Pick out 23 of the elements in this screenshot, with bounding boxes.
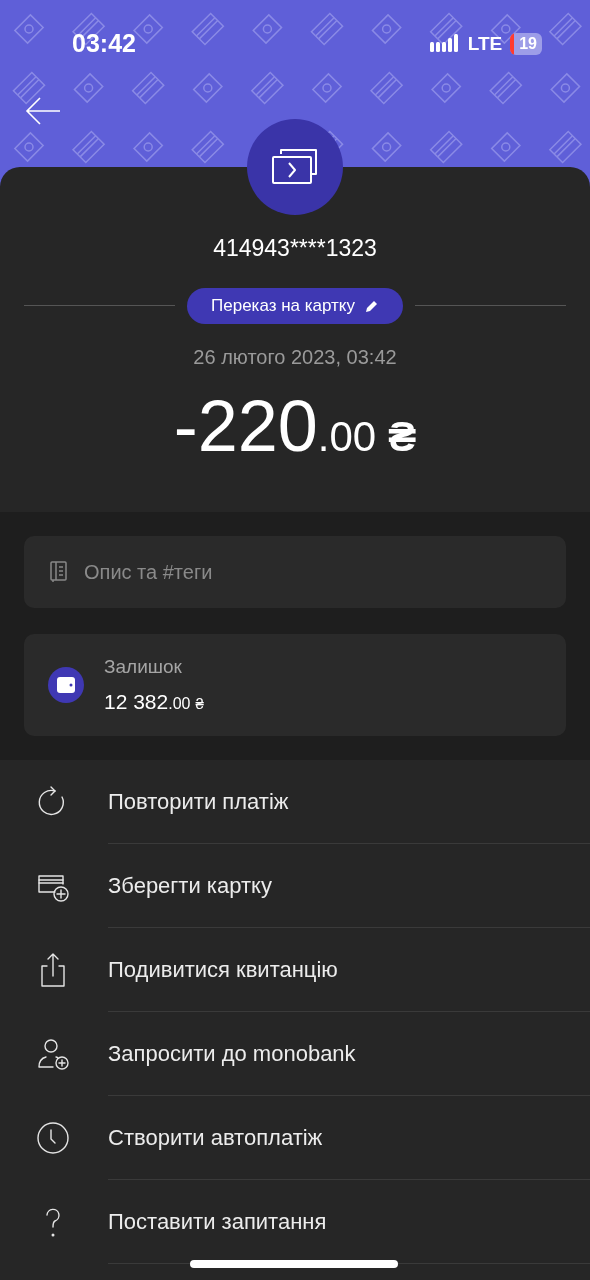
transfer-icon xyxy=(270,148,320,186)
person-add-icon xyxy=(35,1036,71,1072)
pencil-icon xyxy=(365,298,379,313)
signal-icon xyxy=(429,34,460,54)
balance-label: Залишок xyxy=(104,655,183,679)
action-item[interactable]: Повторити платіж xyxy=(0,760,590,844)
action-item[interactable]: Запросити до monobank xyxy=(0,1012,590,1096)
card-number: 414943****1323 xyxy=(213,234,377,263)
action-item[interactable]: Створити автоплатіж xyxy=(0,1096,590,1180)
action-item[interactable]: Подивитися квитанцію xyxy=(0,928,590,1012)
network-label: LTE xyxy=(467,31,503,56)
notebook-icon xyxy=(50,561,68,583)
description-field[interactable]: Опис та #теги xyxy=(24,536,566,608)
transaction-amount: -220.00 ₴ xyxy=(173,389,417,462)
clock-icon xyxy=(35,1120,71,1156)
transaction-date: 26 лютого 2023, 03:42 xyxy=(193,344,397,370)
status-time: 03:42 xyxy=(72,28,136,60)
arrow-left-icon xyxy=(25,96,61,126)
balance-amount: 12 382.00 ₴ xyxy=(104,688,204,715)
battery-indicator: 19 xyxy=(510,33,542,55)
wallet-icon xyxy=(57,677,75,693)
action-item[interactable]: Зберегти картку xyxy=(0,844,590,928)
category-chip[interactable]: Переказ на картку xyxy=(187,287,403,324)
